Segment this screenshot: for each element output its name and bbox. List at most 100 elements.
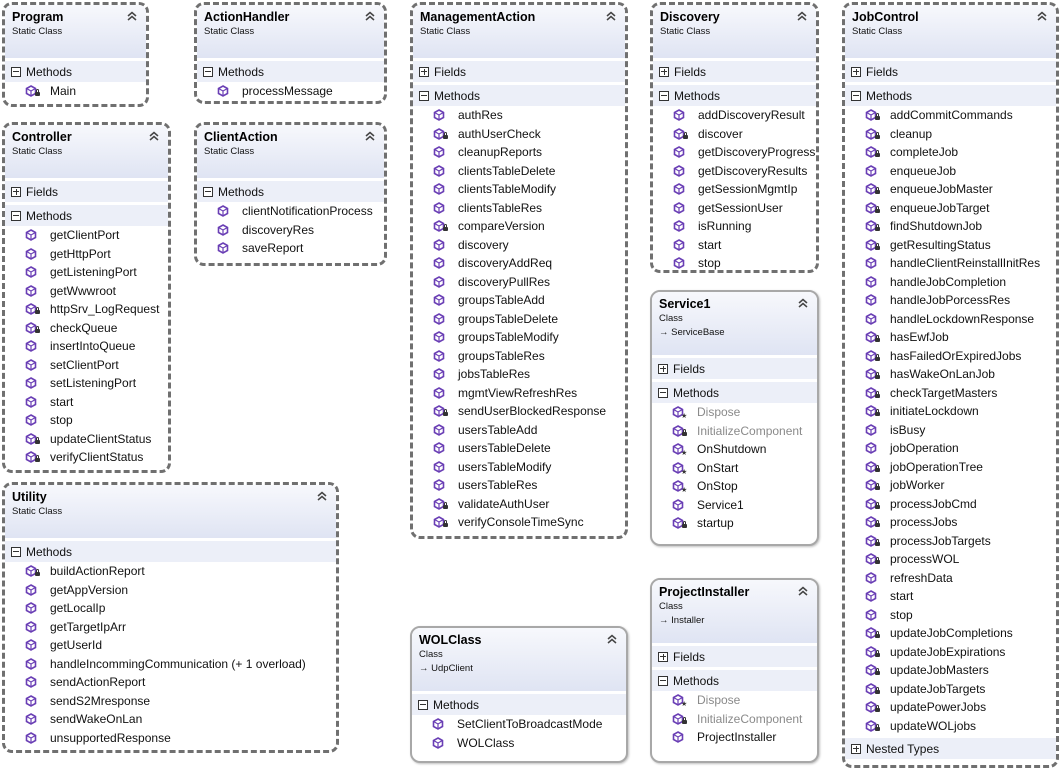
method-item[interactable]: processJobTargets <box>845 532 1056 551</box>
method-item[interactable]: getSessionUser <box>653 199 816 218</box>
section-fields[interactable]: Fields <box>652 646 817 667</box>
method-item[interactable]: usersTableRes <box>413 476 625 495</box>
section-methods[interactable]: Methods <box>653 85 816 106</box>
method-item[interactable]: jobOperation <box>845 439 1056 458</box>
collapse-minus-icon[interactable] <box>11 66 21 77</box>
method-item[interactable]: getAppVersion <box>5 581 336 600</box>
section-methods[interactable]: Methods <box>413 85 625 106</box>
method-item[interactable]: processJobs <box>845 513 1056 532</box>
section-methods[interactable]: Methods <box>412 694 626 715</box>
collapse-chevron-icon[interactable] <box>316 489 328 501</box>
method-item[interactable]: buildActionReport <box>5 562 336 581</box>
method-item[interactable]: start <box>845 587 1056 606</box>
method-item[interactable]: addDiscoveryResult <box>653 106 816 125</box>
method-item[interactable]: SetClientToBroadcastMode <box>412 715 626 734</box>
method-item[interactable]: Service1 <box>652 496 817 515</box>
collapse-minus-icon[interactable] <box>419 90 429 101</box>
method-item[interactable]: stop <box>653 254 816 270</box>
method-item[interactable]: httpSrv_LogRequest <box>5 300 168 319</box>
method-item[interactable]: authRes <box>413 106 625 125</box>
collapse-minus-icon[interactable] <box>11 210 21 221</box>
collapse-minus-icon[interactable] <box>658 387 668 398</box>
method-item[interactable]: compareVersion <box>413 217 625 236</box>
method-item[interactable]: verifyConsoleTimeSync <box>413 513 625 532</box>
method-item[interactable]: groupsTableAdd <box>413 291 625 310</box>
collapse-chevron-icon[interactable] <box>797 584 809 596</box>
collapse-chevron-icon[interactable] <box>605 9 617 21</box>
method-item[interactable]: getUserId <box>5 636 336 655</box>
method-item[interactable]: cleanup <box>845 125 1056 144</box>
expand-plus-icon[interactable] <box>658 651 668 662</box>
method-item[interactable]: getClientPort <box>5 226 168 245</box>
class-header[interactable]: ProjectInstaller Class → Installer <box>652 580 817 643</box>
section-methods[interactable]: Methods <box>845 85 1056 106</box>
section-methods[interactable]: Methods <box>5 541 336 562</box>
method-item[interactable]: start <box>653 236 816 255</box>
collapse-chevron-icon[interactable] <box>1036 9 1048 21</box>
expand-plus-icon[interactable] <box>851 743 861 754</box>
method-item[interactable]: getLocalIp <box>5 599 336 618</box>
section-methods[interactable]: Methods <box>5 205 168 226</box>
method-item[interactable]: saveReport <box>197 239 384 258</box>
method-item[interactable]: discover <box>653 125 816 144</box>
method-item[interactable]: discoveryRes <box>197 221 384 240</box>
method-item[interactable]: ProjectInstaller <box>652 728 817 747</box>
expand-plus-icon[interactable] <box>851 66 861 77</box>
method-item[interactable]: hasEwfJob <box>845 328 1056 347</box>
class-box-clientaction[interactable]: ClientAction Static Class Methods clientNot… <box>194 122 387 266</box>
method-item[interactable]: sendS2Mresponse <box>5 692 336 711</box>
section-methods[interactable]: Methods <box>652 670 817 691</box>
method-item[interactable]: handleJobCompletion <box>845 273 1056 292</box>
method-item[interactable]: sendUserBlockedResponse <box>413 402 625 421</box>
method-item[interactable]: getDiscoveryResults <box>653 162 816 181</box>
method-item[interactable]: ★ Dispose <box>652 403 817 422</box>
method-item[interactable]: Main <box>5 82 146 101</box>
method-item[interactable]: getDiscoveryProgress <box>653 143 816 162</box>
class-box-projectinstaller[interactable]: ProjectInstaller Class → Installer Fields Me… <box>650 578 819 763</box>
method-item[interactable]: checkQueue <box>5 319 168 338</box>
method-item[interactable]: enqueueJob <box>845 162 1056 181</box>
method-item[interactable]: groupsTableModify <box>413 328 625 347</box>
method-item[interactable]: addCommitCommands <box>845 106 1056 125</box>
method-item[interactable]: isRunning <box>653 217 816 236</box>
class-header[interactable]: JobControl Static Class <box>845 5 1056 58</box>
method-item[interactable]: discoveryAddReq <box>413 254 625 273</box>
method-item[interactable]: updateJobExpirations <box>845 643 1056 662</box>
expand-plus-icon[interactable] <box>658 363 668 374</box>
method-item[interactable]: jobOperationTree <box>845 458 1056 477</box>
class-header[interactable]: Service1 Class → ServiceBase <box>652 292 817 355</box>
class-header[interactable]: WOLClass Class → UdpClient <box>412 628 626 691</box>
method-item[interactable]: processMessage <box>197 82 384 101</box>
section-fields[interactable]: Fields <box>652 358 817 379</box>
class-header[interactable]: ClientAction Static Class <box>197 125 384 178</box>
section-nested-types[interactable]: Nested Types <box>845 738 1056 759</box>
method-item[interactable]: getHttpPort <box>5 245 168 264</box>
method-item[interactable]: InitializeComponent <box>652 422 817 441</box>
method-item[interactable]: usersTableDelete <box>413 439 625 458</box>
method-item[interactable]: cleanupReports <box>413 143 625 162</box>
method-item[interactable]: unsupportedResponse <box>5 729 336 748</box>
method-item[interactable]: updateWOLjobs <box>845 717 1056 736</box>
section-methods[interactable]: Methods <box>5 61 146 82</box>
method-item[interactable]: jobsTableRes <box>413 365 625 384</box>
section-fields[interactable]: Fields <box>5 181 168 202</box>
method-item[interactable]: getWwwroot <box>5 282 168 301</box>
method-item[interactable]: WOLClass <box>412 734 626 753</box>
collapse-minus-icon[interactable] <box>203 186 213 197</box>
method-item[interactable]: verifyClientStatus <box>5 448 168 467</box>
method-item[interactable]: initiateLockdown <box>845 402 1056 421</box>
collapse-minus-icon[interactable] <box>851 90 861 101</box>
collapse-chevron-icon[interactable] <box>148 129 160 141</box>
method-item[interactable]: refreshData <box>845 569 1056 588</box>
collapse-chevron-icon[interactable] <box>364 9 376 21</box>
method-item[interactable]: enqueueJobTarget <box>845 199 1056 218</box>
class-box-utility[interactable]: Utility Static Class Methods buildActionRep… <box>2 482 339 753</box>
method-item[interactable]: updateJobTargets <box>845 680 1056 699</box>
method-item[interactable]: sendWakeOnLan <box>5 710 336 729</box>
collapse-minus-icon[interactable] <box>418 699 428 710</box>
method-item[interactable]: start <box>5 393 168 412</box>
collapse-chevron-icon[interactable] <box>606 632 618 644</box>
method-item[interactable]: startup <box>652 514 817 533</box>
method-item[interactable]: findShutdownJob <box>845 217 1056 236</box>
method-item[interactable]: usersTableModify <box>413 458 625 477</box>
